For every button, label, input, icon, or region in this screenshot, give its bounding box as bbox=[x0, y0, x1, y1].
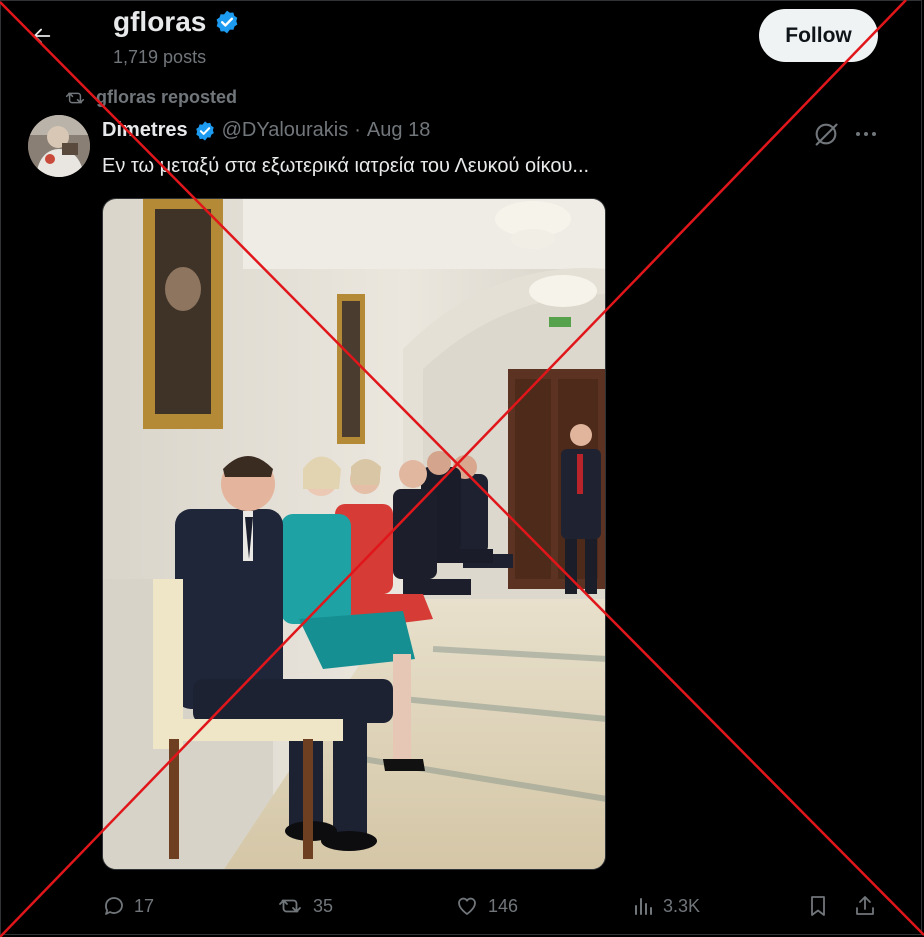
repost-indicator: gfloras reposted bbox=[64, 87, 237, 108]
reply-count: 17 bbox=[134, 895, 155, 916]
like-count: 146 bbox=[488, 895, 519, 916]
profile-name: gfloras bbox=[113, 6, 207, 37]
tweet-date[interactable]: Aug 18 bbox=[367, 119, 430, 142]
grok-icon bbox=[815, 123, 838, 146]
bookmark-button[interactable] bbox=[806, 886, 830, 926]
more-options-icon bbox=[856, 132, 876, 136]
avatar[interactable] bbox=[28, 115, 90, 177]
bookmark-icon bbox=[811, 896, 825, 916]
views-button[interactable]: 3.3K bbox=[631, 886, 700, 926]
repost-icon bbox=[65, 92, 85, 103]
analytics-icon bbox=[635, 898, 652, 915]
reply-button[interactable]: 17 bbox=[102, 886, 154, 926]
like-button[interactable]: 146 bbox=[454, 886, 518, 926]
repost-text: gfloras reposted bbox=[96, 87, 238, 107]
posts-count: 1,719 posts bbox=[113, 47, 207, 67]
tweet-media-image[interactable] bbox=[102, 198, 606, 870]
heart-icon bbox=[458, 897, 476, 915]
author-name[interactable]: Dimetres bbox=[102, 119, 188, 142]
follow-button[interactable]: Follow bbox=[759, 9, 878, 62]
share-icon bbox=[856, 896, 874, 915]
profile-header: gfloras bbox=[113, 6, 240, 38]
more-options-button[interactable] bbox=[850, 120, 882, 148]
reply-icon bbox=[105, 897, 123, 915]
verified-badge-icon bbox=[216, 10, 238, 34]
repost-count: 35 bbox=[313, 895, 334, 916]
repost-icon bbox=[279, 899, 301, 913]
tweet-header: Dimetres @DYalourakis · Aug 18 bbox=[102, 119, 430, 142]
tweet-text: Εν τω μεταξύ στα εξωτερικά ιατρεία του Λ… bbox=[102, 155, 590, 177]
tweet-action-bar: 17 35 146 3.3K bbox=[0, 886, 924, 926]
separator-dot: · bbox=[354, 119, 361, 141]
views-count: 3.3K bbox=[663, 895, 701, 916]
share-button[interactable] bbox=[853, 886, 877, 926]
avatar-image bbox=[28, 115, 90, 177]
photo-hallway-seated-people bbox=[103, 199, 605, 869]
grok-button[interactable] bbox=[812, 120, 840, 148]
author-handle[interactable]: @DYalourakis bbox=[222, 119, 349, 142]
arrow-left-icon bbox=[33, 28, 51, 44]
back-button[interactable] bbox=[22, 16, 62, 56]
verified-badge-icon bbox=[195, 120, 214, 141]
repost-button[interactable]: 35 bbox=[275, 886, 333, 926]
